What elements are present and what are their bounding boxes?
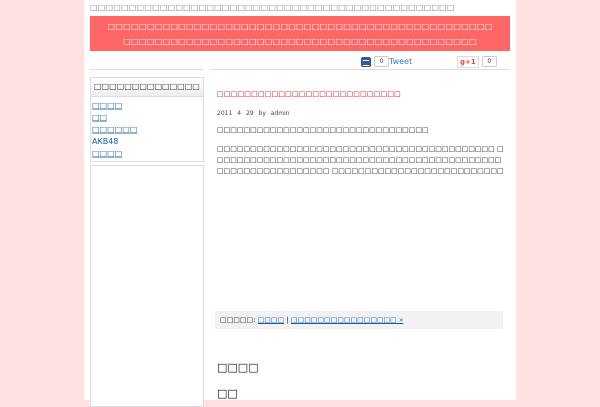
header-banner[interactable]: □□□□□□□□□□□□□□□□□□□□□□□□□□□□□□□□□□□□□□□□…: [90, 16, 510, 51]
gplus-icon[interactable]: g+1: [457, 55, 479, 68]
site-tagline: □□□□□□□□□□□□□□□□□□□□□□□□□□□□□□□□□□□□□□□□…: [90, 3, 455, 12]
post-footer: □□□□□: □□□□ | □□□□□□□□□□□□□□□□ »: [215, 311, 503, 329]
sidebar-category-widget: □□□□□□□□□□□□□□ □□□□ □□ □□□□□□ AKB48 □□□□: [90, 77, 204, 162]
divider: [90, 69, 203, 70]
category-list: □□□□ □□ □□□□□□ AKB48 □□□□: [91, 97, 203, 160]
post-author: by admin: [258, 110, 290, 117]
gplus-count: 0: [481, 56, 497, 67]
post-paragraph: □□□□□□□□□□□□□□□□□□□□□□□□□□□□□□□□: [217, 126, 429, 134]
post-date-year: 2011: [217, 110, 233, 117]
banner-line-2: □□□□□□□□□□□□□□□□□□□□□□□□□□□□□□□□□□□□□□□□…: [123, 37, 477, 46]
sidebar-item[interactable]: AKB48: [91, 136, 203, 148]
facebook-like-icon: [361, 56, 371, 67]
next-post-link[interactable]: □□□□□□□□□□□□□□□□ »: [291, 316, 403, 324]
tweet-widget[interactable]: Tweet: [383, 55, 412, 68]
footer-separator: |: [286, 316, 289, 324]
banner-line-1: □□□□□□□□□□□□□□□□□□□□□□□□□□□□□□□□□□□□□□□□…: [107, 22, 493, 31]
sidebar-item[interactable]: □□□□: [91, 148, 203, 160]
post-paragraph: □□□□□□□□□□□□□□□□□□□□□□□□□□□□□□□□□□□□□□□□…: [217, 145, 504, 175]
category-label: □□□□□:: [220, 316, 256, 324]
post-date-day: 29: [245, 110, 254, 117]
section-heading: □□□□: [217, 361, 259, 374]
post-title[interactable]: □□□□□□□□□□□□□□□□□□□□□□□□□□□: [217, 90, 401, 98]
gplus-widget[interactable]: g+1 0: [457, 55, 497, 68]
sidebar-item[interactable]: □□□□□□: [91, 124, 203, 136]
sidebar-empty-widget: [90, 165, 204, 407]
category-link[interactable]: □□□□: [258, 316, 284, 324]
page-container: □□□□□□□□□□□□□□□□□□□□□□□□□□□□□□□□□□□□□□□□…: [84, 0, 516, 407]
widget-title: □□□□□□□□□□□□□□: [91, 78, 203, 97]
sidebar-item[interactable]: □□: [91, 112, 203, 124]
post-meta: 2011 4 29 by admin: [217, 110, 290, 117]
section-heading: □□: [217, 387, 238, 400]
post-date-month: 4: [237, 110, 242, 117]
divider: [210, 69, 510, 70]
sidebar-item[interactable]: □□□□: [91, 100, 203, 112]
tweet-button[interactable]: Tweet: [389, 57, 412, 66]
